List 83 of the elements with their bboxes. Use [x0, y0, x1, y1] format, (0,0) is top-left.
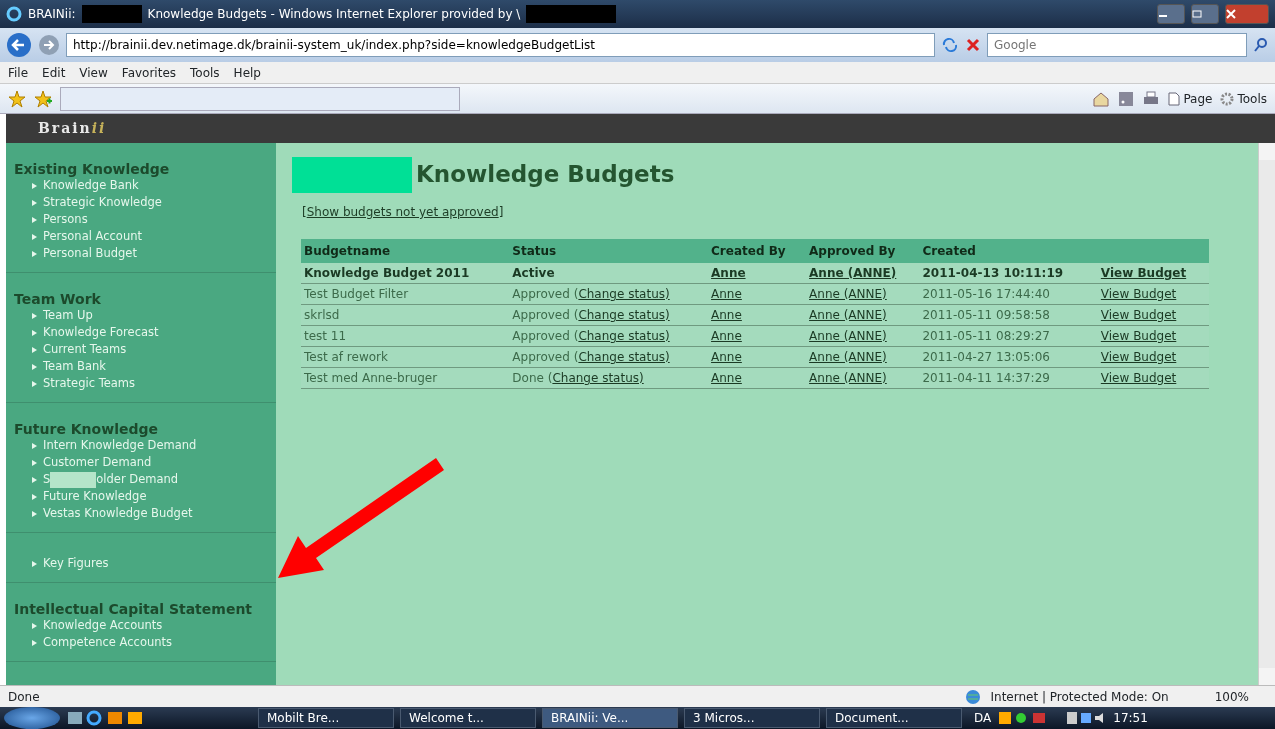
maximize-icon: [1192, 10, 1202, 18]
taskbar-button[interactable]: Document...: [826, 708, 962, 728]
section-heading: Existing Knowledge: [14, 161, 171, 177]
table-cell: 2011-05-11 08:29:27: [919, 325, 1098, 347]
change-status-link[interactable]: Change status): [578, 350, 670, 364]
taskbar-button[interactable]: Welcome t...: [400, 708, 536, 728]
user-link[interactable]: Anne: [711, 287, 742, 301]
table-cell: 2011-04-11 14:37:29: [919, 367, 1098, 389]
menu-item[interactable]: Edit: [42, 63, 66, 82]
refresh-icon[interactable]: [941, 37, 959, 53]
table-cell: skrlsd: [301, 304, 510, 326]
menu-item[interactable]: View: [79, 63, 108, 82]
app-logo: Brainii: [6, 114, 1275, 143]
redaction-block: [81, 5, 142, 23]
status-cell: Approved (Change status): [509, 304, 709, 326]
gear-icon: [1220, 91, 1235, 106]
section-heading: Intellectual Capital Statement: [14, 601, 254, 617]
browser-icon: [6, 6, 22, 22]
column-header: Approved By: [806, 239, 920, 263]
table-cell: Knowledge Budget 2011: [301, 263, 510, 284]
table-cell: Test Budget Filter: [301, 283, 510, 305]
change-status-link[interactable]: Change status): [552, 371, 644, 385]
add-favorite-icon[interactable]: [34, 89, 52, 108]
status-cell: Approved (Change status): [509, 346, 709, 368]
printer-icon[interactable]: [1142, 90, 1161, 107]
status-cell: Active: [509, 263, 709, 284]
scrollbar[interactable]: [1258, 143, 1275, 685]
column-header: Created: [919, 239, 1098, 263]
menu-item[interactable]: File: [8, 63, 29, 82]
status-cell: Approved (Change status): [509, 283, 709, 305]
address-field[interactable]: http://brainii.dev.netimage.dk/brainii-system_uk/index.php?side=knowledgeBudgetList: [66, 33, 935, 57]
stop-icon[interactable]: [965, 37, 981, 53]
section-heading: Future Knowledge: [14, 421, 159, 437]
close-icon: [1226, 9, 1236, 19]
taskbar-button[interactable]: 3 Micros...: [684, 708, 820, 728]
feed-icon[interactable]: [1118, 90, 1135, 107]
zoom-level[interactable]: 100%: [1214, 687, 1249, 706]
table-cell: 2011-04-27 13:05:06: [919, 346, 1098, 368]
menu-item[interactable]: Favorites: [121, 63, 177, 82]
user-link[interactable]: Anne: [711, 329, 742, 343]
table-cell: 2011-05-16 17:44:40: [919, 283, 1098, 305]
change-status-link[interactable]: Change status): [578, 329, 670, 343]
table-cell: Test af rework: [301, 346, 510, 368]
start-button[interactable]: [4, 707, 60, 729]
taskbar-button[interactable]: BRAINii: Ve...: [542, 708, 678, 728]
table-cell: test 11: [301, 325, 510, 347]
column-header: Budgetname: [301, 239, 510, 263]
section-heading: Team Work: [14, 291, 102, 307]
menu-item[interactable]: Tools: [190, 63, 220, 82]
home-icon[interactable]: [1092, 90, 1111, 107]
page-title: Knowledge Budgets: [416, 161, 675, 189]
star-icon[interactable]: [8, 89, 26, 108]
change-status-link[interactable]: Change status): [578, 287, 670, 301]
globe-icon: [964, 688, 981, 705]
user-link[interactable]: Anne: [711, 308, 742, 322]
status-text: Done: [8, 688, 41, 706]
page-icon: [1168, 91, 1181, 106]
table-cell: 2011-05-11 09:58:58: [919, 304, 1098, 326]
toolbar-menu[interactable]: Page: [1168, 89, 1213, 108]
table-cell: Test med Anne-bruger: [301, 367, 510, 389]
search-icon[interactable]: [1253, 37, 1269, 53]
maximize-button[interactable]: [1191, 4, 1219, 24]
status-cell: Done (Change status): [509, 367, 709, 389]
filter-link[interactable]: Show budgets not yet approved: [306, 205, 499, 219]
column-header: Status: [509, 239, 709, 263]
status-cell: Approved (Change status): [509, 325, 709, 347]
change-status-link[interactable]: Change status): [578, 308, 670, 322]
clock[interactable]: 17:51: [1113, 709, 1148, 727]
security-zone: Internet | Protected Mode: On: [990, 688, 1169, 706]
window-title-prefix: BRAINii:: [28, 6, 76, 23]
table-cell: 2011-04-13 10:11:19: [919, 263, 1098, 284]
taskbar-button[interactable]: Mobilt Bre...: [258, 708, 394, 728]
menu-item[interactable]: Help: [233, 63, 261, 82]
user-link[interactable]: Anne: [711, 350, 742, 364]
toolbar-menu[interactable]: Tools: [1220, 89, 1267, 108]
minimize-button[interactable]: [1157, 4, 1185, 24]
language-indicator[interactable]: DA: [974, 709, 992, 727]
column-header: Created By: [708, 239, 807, 263]
filter-text: [Show budgets not yet approved]: [302, 204, 505, 221]
search-field[interactable]: Google: [987, 33, 1247, 57]
user-link[interactable]: Anne: [711, 371, 742, 385]
window-title: Knowledge Budgets - Windows Internet Explorer provided by \: [147, 6, 521, 23]
close-button[interactable]: [1225, 4, 1269, 24]
